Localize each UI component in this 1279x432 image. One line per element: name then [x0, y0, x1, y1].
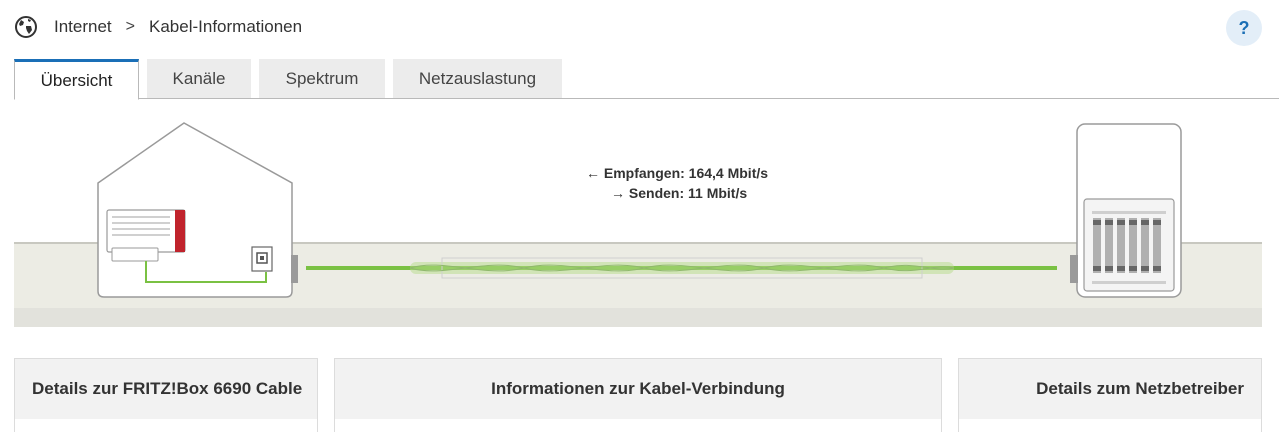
breadcrumb-root[interactable]: Internet: [54, 17, 112, 37]
socket-icon: [251, 246, 273, 272]
breadcrumb-current: Kabel-Informationen: [149, 17, 303, 36]
tab-kanaele[interactable]: Kanäle: [147, 59, 251, 98]
help-button[interactable]: ?: [1226, 10, 1262, 46]
panel-provider-title: Details zum Netzbetreiber: [1036, 379, 1244, 398]
panel-connection-body: [335, 419, 941, 432]
ground-shadow: [14, 308, 1262, 327]
panel-provider-body: [959, 419, 1261, 432]
panel-connection-title: Informationen zur Kabel-Verbindung: [491, 379, 785, 398]
cable-sheath: [410, 262, 954, 274]
provider-tower-icon: [1070, 123, 1182, 298]
breadcrumb: Internet > Kabel-Informationen: [14, 14, 302, 40]
tab-uebersicht[interactable]: Übersicht: [14, 59, 139, 100]
panel-provider-details: Details zum Netzbetreiber: [958, 358, 1262, 432]
connection-diagram: ← Empfangen: 164,4 Mbit/s → Senden: 11 M…: [14, 115, 1262, 327]
tab-netzauslastung[interactable]: Netzauslastung: [393, 59, 562, 98]
receive-rate: ← Empfangen: 164,4 Mbit/s: [586, 165, 769, 181]
panel-fritzbox-details: Details zur FRITZ!Box 6690 Cable: [14, 358, 318, 432]
tab-bar: Übersicht Kanäle Spektrum Netzauslastung: [14, 59, 1279, 100]
panel-fritzbox-title: Details zur FRITZ!Box 6690 Cable: [32, 379, 303, 398]
chevron-right-icon: >: [125, 18, 135, 35]
tab-spektrum[interactable]: Spektrum: [259, 59, 385, 98]
panel-fritzbox-body: [15, 419, 317, 432]
panel-cable-connection: Informationen zur Kabel-Verbindung: [334, 358, 942, 432]
globe-icon: [14, 15, 38, 39]
send-rate: → Senden: 11 Mbit/s: [611, 185, 748, 201]
diagram-graphic: [14, 122, 1262, 327]
